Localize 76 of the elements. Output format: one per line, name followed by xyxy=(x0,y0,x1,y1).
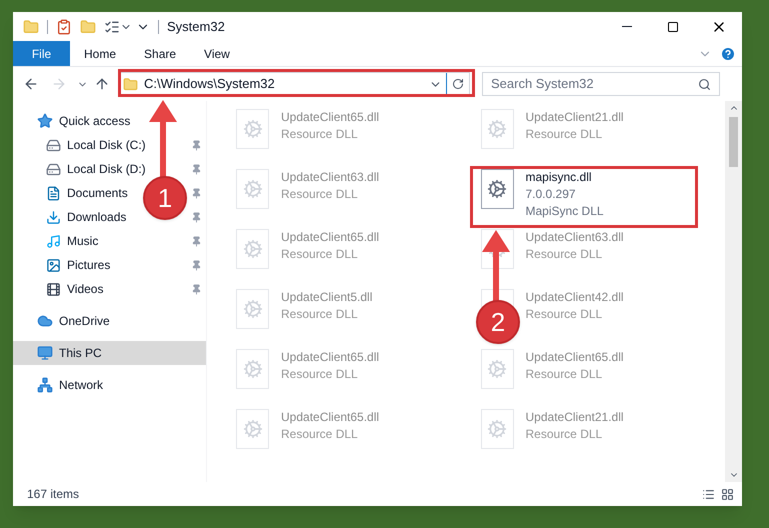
file-detail: MapiSync DLL xyxy=(526,203,604,220)
pin-icon[interactable] xyxy=(191,260,202,270)
file-detail: Resource DLL xyxy=(281,366,358,383)
file-gear-icon xyxy=(480,349,514,389)
minimize-icon xyxy=(622,26,632,27)
file-gear-icon xyxy=(480,169,514,209)
window-title: System32 xyxy=(167,18,225,36)
file-detail: 7.0.0.297 xyxy=(526,186,576,203)
details-view-icon[interactable] xyxy=(702,488,715,500)
item-count: 167 items xyxy=(27,486,80,503)
address-path: C:\Windows\System32 xyxy=(144,75,275,94)
address-field[interactable]: C:\Windows\System32 xyxy=(118,72,470,96)
nav-item[interactable]: Local Disk (C:) xyxy=(67,136,146,154)
tiles-view-icon[interactable] xyxy=(721,488,734,500)
scrollbar[interactable] xyxy=(725,101,742,482)
search-icon xyxy=(698,78,711,90)
refresh-icon[interactable] xyxy=(452,78,464,90)
pin-icon[interactable] xyxy=(191,236,202,246)
pin-icon[interactable] xyxy=(191,188,202,198)
file-gear-icon xyxy=(236,229,269,269)
properties-icon[interactable] xyxy=(56,18,72,34)
nav-item[interactable]: OneDrive xyxy=(13,309,206,333)
ribbon-tab[interactable]: Share xyxy=(130,41,190,66)
drive-icon xyxy=(46,162,61,176)
ribbon-tab[interactable]: File xyxy=(13,41,70,66)
file-detail: Resource DLL xyxy=(281,306,358,323)
list-icon[interactable] xyxy=(104,18,120,34)
maximize-icon xyxy=(667,20,679,32)
folder-icon xyxy=(123,76,138,92)
file-gear-icon xyxy=(236,109,269,149)
file-detail: Resource DLL xyxy=(281,426,358,443)
document-icon xyxy=(46,186,61,200)
music-icon xyxy=(46,234,61,248)
star-icon xyxy=(37,113,53,129)
drive-icon xyxy=(46,138,61,152)
file-detail: Resource DLL xyxy=(281,246,358,263)
file-detail: Resource DLL xyxy=(281,126,358,143)
cloud-icon xyxy=(37,313,53,329)
ribbon-tab[interactable]: Home xyxy=(70,41,130,66)
file-gear-icon xyxy=(480,409,514,449)
pin-icon[interactable] xyxy=(191,212,202,222)
nav-item[interactable]: Music xyxy=(67,232,98,250)
file-detail: Resource DLL xyxy=(526,426,602,443)
ribbon-tab[interactable]: View xyxy=(190,41,244,66)
picture-icon xyxy=(46,258,61,272)
nav-item[interactable]: Pictures xyxy=(67,256,110,274)
pin-icon[interactable] xyxy=(191,140,202,150)
scrollbar-thumb[interactable] xyxy=(729,117,738,167)
help-icon[interactable] xyxy=(720,46,736,62)
up-icon[interactable] xyxy=(94,76,110,92)
file-detail: Resource DLL xyxy=(526,366,602,383)
nav-item[interactable]: Network xyxy=(13,373,206,397)
file-gear-icon xyxy=(480,109,514,149)
back-icon[interactable] xyxy=(23,76,39,92)
search-field[interactable]: Search System32 xyxy=(482,72,720,96)
file-gear-icon xyxy=(236,169,269,209)
pin-icon[interactable] xyxy=(191,284,202,294)
pin-icon[interactable] xyxy=(191,164,202,174)
nav-item[interactable]: Local Disk (D:) xyxy=(67,160,146,178)
file-gear-icon xyxy=(236,289,269,329)
download-icon xyxy=(46,210,61,224)
nav-item[interactable]: Videos xyxy=(67,280,104,298)
file-detail: Resource DLL xyxy=(526,126,602,143)
nav-item[interactable]: Downloads xyxy=(67,208,126,226)
file-detail: Resource DLL xyxy=(281,186,358,203)
nav-item[interactable]: Quick access xyxy=(13,109,206,133)
nav-item[interactable]: Documents xyxy=(67,184,128,202)
network-icon xyxy=(37,377,53,393)
file-gear-icon xyxy=(236,349,269,389)
monitor-icon xyxy=(37,345,53,361)
film-icon xyxy=(46,282,61,296)
nav-item[interactable]: This PC xyxy=(13,341,206,365)
file-gear-icon xyxy=(236,409,269,449)
file-detail: Resource DLL xyxy=(526,306,602,323)
file-detail: Resource DLL xyxy=(526,246,602,263)
file-name[interactable]: mapisync.dll xyxy=(526,169,592,186)
